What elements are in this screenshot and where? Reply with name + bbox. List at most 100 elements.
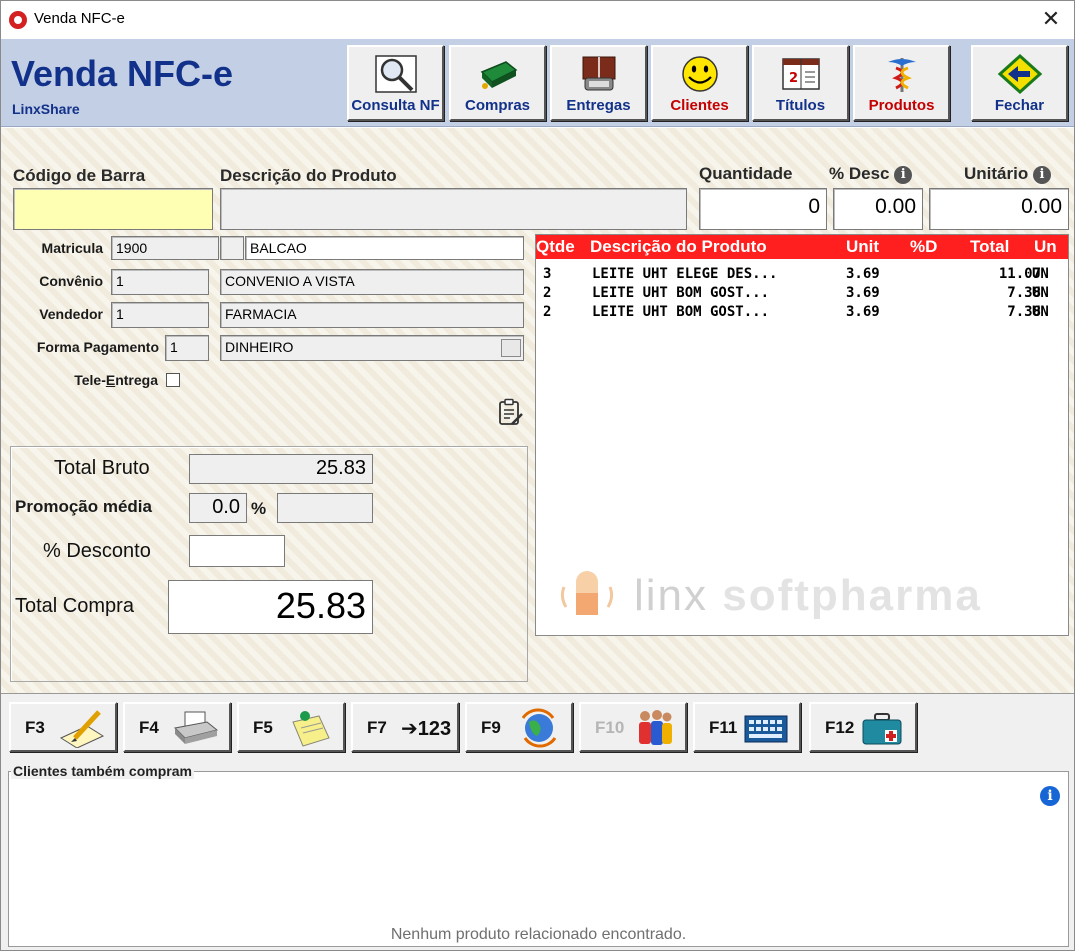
compras-label: Compras	[464, 97, 531, 114]
pagamento-lookup-button[interactable]	[501, 339, 521, 357]
people-icon	[639, 710, 672, 745]
fechar-label: Fechar	[994, 97, 1045, 114]
fechar-button[interactable]: Fechar	[971, 45, 1068, 121]
close-window-button[interactable]: ✕	[1034, 5, 1068, 35]
tele-label-pre: Tele-	[74, 372, 106, 388]
barcode-input[interactable]	[13, 188, 213, 230]
unit-price-label-text: Unitário	[964, 164, 1029, 183]
unit-price-input[interactable]: 0.00	[929, 188, 1069, 230]
produtos-button[interactable]: Produtos	[853, 45, 950, 121]
table-row[interactable]: 2 LEITE UHT BOM GOST... 3.69 7.38 UN	[536, 304, 1068, 323]
convenio-code-field[interactable]: 1	[111, 269, 209, 295]
window-title: Venda NFC-e	[34, 10, 125, 27]
promocao-media-field: 0.0	[189, 493, 247, 523]
matricula-label: Matricula	[41, 240, 103, 256]
consulta-nf-label: Consulta NF	[351, 97, 440, 114]
compras-button[interactable]: Compras	[449, 45, 546, 121]
f10-button[interactable]: F10	[579, 702, 687, 752]
consulta-nf-button[interactable]: Consulta NF	[347, 45, 444, 121]
row-un: UN	[1032, 285, 1049, 301]
promocao-percent-sign: %	[251, 499, 267, 518]
titulos-button[interactable]: 2 Títulos	[752, 45, 849, 121]
promocao-media-label: Promoção média	[15, 497, 152, 516]
unit-price-label: Unitário i	[964, 164, 1051, 184]
page-subtitle: LinxShare	[12, 101, 80, 117]
pagamento-name-field[interactable]: DINHEIRO	[220, 335, 524, 361]
row-desc: LEITE UHT BOM GOST...	[592, 285, 770, 301]
discount-input[interactable]: 0.00	[833, 188, 923, 230]
f11-button[interactable]: F11	[693, 702, 801, 752]
page-title: Venda NFC-e	[11, 53, 234, 94]
row-qtde: 3	[543, 266, 552, 282]
discount-label-text: % Desc	[829, 164, 890, 183]
table-row[interactable]: 3 LEITE UHT ELEGE DES... 3.69 11.07 UN	[536, 266, 1068, 285]
quantity-input[interactable]: 0	[699, 188, 827, 230]
related-info-icon[interactable]: i	[1040, 786, 1060, 806]
row-desc: LEITE UHT BOM GOST...	[592, 304, 770, 320]
f7-key-label: F7	[367, 718, 387, 737]
col-total-header: Total	[970, 237, 1010, 256]
tele-label-accel: E	[105, 372, 116, 388]
f9-button[interactable]: F9	[465, 702, 573, 752]
tele-label-post: ntrega	[115, 372, 158, 388]
tele-entrega-checkbox[interactable]	[166, 373, 180, 387]
description-input[interactable]	[220, 188, 687, 230]
percent-desconto-input[interactable]	[189, 535, 285, 567]
printer-icon	[173, 711, 219, 744]
f11-key-label: F11	[709, 718, 738, 737]
matricula-name-field[interactable]: BALCAO	[245, 236, 524, 260]
cash-register-icon	[480, 61, 517, 89]
globe-refresh-icon	[521, 708, 557, 748]
unit-price-info-icon[interactable]: i	[1032, 165, 1051, 184]
f9-key-label: F9	[481, 718, 501, 737]
vendedor-name-field[interactable]: FARMACIA	[220, 302, 524, 328]
magnifier-icon	[374, 55, 417, 93]
app-window: Venda NFC-e ✕ Venda NFC-e LinxShare Cons…	[0, 0, 1075, 951]
row-unit: 3.69	[846, 304, 880, 320]
f4-key-label: F4	[139, 718, 159, 737]
col-un-header: Un	[1034, 237, 1057, 256]
watermark-text-linx: linx	[634, 571, 709, 620]
total-compra-field: 25.83	[168, 580, 373, 634]
entregas-button[interactable]: Entregas	[550, 45, 647, 121]
clipboard-edit-icon[interactable]	[497, 398, 525, 428]
convenio-name-field[interactable]: CONVENIO A VISTA	[220, 269, 524, 295]
pagamento-label: Forma Pagamento	[36, 339, 159, 355]
row-un: UN	[1032, 304, 1049, 320]
app-logo-icon	[9, 11, 27, 29]
matricula-code-field[interactable]: 1900	[111, 236, 219, 260]
row-un: UN	[1032, 266, 1049, 282]
barcode-label: Código de Barra	[13, 166, 146, 185]
f12-button[interactable]: F12	[809, 702, 917, 752]
f4-button[interactable]: F4	[123, 702, 231, 752]
col-pd-header: %D	[910, 237, 938, 256]
percent-desconto-label: % Desconto	[43, 540, 151, 562]
related-products-title: Clientes também compram	[11, 763, 194, 779]
tele-entrega-label: Tele-Entrega	[41, 372, 158, 388]
row-qtde: 2	[543, 304, 552, 320]
related-empty-message: Nenhum produto relacionado encontrado.	[390, 926, 687, 943]
f7-button[interactable]: F7 ➔123	[351, 702, 459, 752]
f5-key-label: F5	[253, 718, 273, 737]
watermark-text: linx softpharma	[634, 571, 982, 621]
produtos-label: Produtos	[868, 97, 935, 114]
pagamento-code-field[interactable]: 1	[165, 335, 209, 361]
vendedor-code-field[interactable]: 1	[111, 302, 209, 328]
f10-key-label: F10	[595, 718, 625, 737]
table-row[interactable]: 2 LEITE UHT BOM GOST... 3.69 7.38 UN	[536, 285, 1068, 304]
vendedor-label: Vendedor	[39, 306, 103, 322]
items-list[interactable]: Qtde Descrição do Produto Unit %D Total …	[535, 234, 1069, 636]
watermark-text-softpharma: softpharma	[722, 571, 982, 620]
related-products-groupbox: i Nenhum produto relacionado encontrado.	[8, 771, 1069, 947]
related-products-section: i Nenhum produto relacionado encontrado.…	[1, 759, 1074, 950]
f3-button[interactable]: F3	[9, 702, 117, 752]
calendar-book-icon: 2	[781, 58, 820, 90]
f5-button[interactable]: F5	[237, 702, 345, 752]
row-unit: 3.69	[846, 285, 880, 301]
discount-info-icon[interactable]: i	[894, 165, 913, 184]
main-area: Código de Barra Descrição do Produto Qua…	[1, 128, 1074, 693]
clientes-button[interactable]: Clientes	[651, 45, 748, 121]
title-bar: Venda NFC-e ✕	[1, 1, 1074, 39]
f12-key-label: F12	[825, 718, 855, 737]
totals-panel: Total Bruto 25.83 Promoção média 0.0 % %…	[10, 446, 528, 682]
